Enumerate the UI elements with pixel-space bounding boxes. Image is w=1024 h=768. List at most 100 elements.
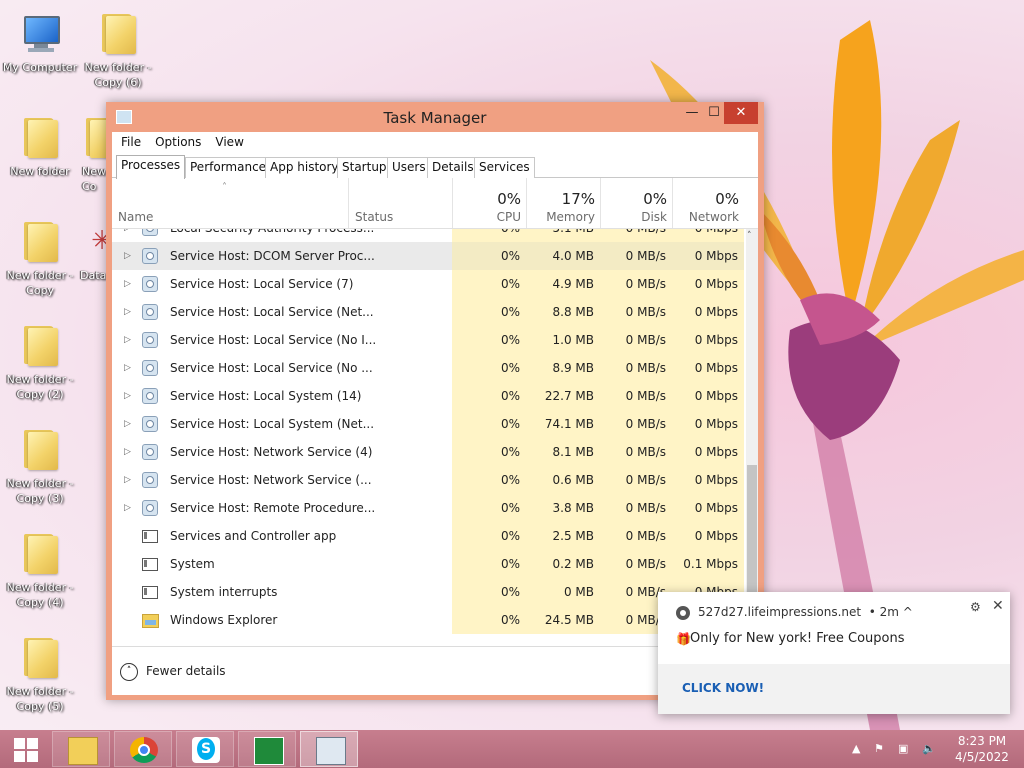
column-status[interactable]: Status: [348, 178, 453, 228]
expand-chevron-icon[interactable]: ▷: [124, 438, 131, 466]
desktop-icon-folder[interactable]: New folder - Copy (3): [0, 426, 80, 506]
table-row[interactable]: ▷ Service Host: Local Service (Net... 0% 8.…: [112, 298, 744, 326]
tab-details[interactable]: Details: [427, 157, 479, 178]
desktop-icon-my-computer[interactable]: My Computer: [0, 10, 80, 75]
taskbar-task-manager[interactable]: [300, 731, 358, 767]
expand-chevron-icon[interactable]: ▷: [124, 466, 131, 494]
system-clock[interactable]: 8:23 PM 4/5/2022: [950, 733, 1014, 765]
window-title: Task Manager: [383, 109, 487, 127]
process-network: 0 Mbps: [672, 354, 744, 382]
expand-chevron-icon[interactable]: ▷: [124, 382, 131, 410]
tab-performance[interactable]: Performance: [185, 157, 272, 178]
process-name: Service Host: Local System (14): [170, 389, 362, 403]
chrome-notification[interactable]: 527d27.lifeimpressions.net • 2m ^ ⚙ ✕ 🎁 …: [658, 592, 1010, 714]
column-memory[interactable]: 17% Memory: [526, 178, 601, 228]
scroll-up-icon[interactable]: ˄: [747, 231, 752, 241]
table-row[interactable]: Services and Controller app 0% 2.5 MB 0 MB/…: [112, 522, 744, 550]
expand-chevron-icon[interactable]: ▷: [124, 494, 131, 522]
process-cpu: 0%: [452, 229, 526, 242]
table-row[interactable]: System interrupts0%0 MB0 MB/s0 Mbps: [112, 578, 744, 606]
expand-chevron-icon[interactable]: ▷: [124, 326, 131, 354]
notification-message: Only for New york! Free Coupons: [690, 631, 905, 646]
process-network: 0 Mbps: [672, 298, 744, 326]
process-network: 0 Mbps: [672, 494, 744, 522]
process-memory: 4.9 MB: [526, 270, 600, 298]
service-gear-icon: [142, 416, 158, 432]
taskbar-stock-app[interactable]: [238, 731, 296, 767]
collapse-circle-icon[interactable]: ˄: [120, 663, 138, 681]
desktop-icon-data-partial[interactable]: ✳ Data: [78, 218, 106, 283]
tab-processes[interactable]: Processes: [116, 155, 186, 179]
expand-chevron-icon[interactable]: ▷: [124, 354, 131, 382]
action-center-flag-icon[interactable]: ⚑: [874, 742, 884, 755]
tab-startup[interactable]: Startup: [337, 157, 392, 178]
process-memory: 8.8 MB: [526, 298, 600, 326]
desktop-icon-folder[interactable]: New folder - Copy: [0, 218, 80, 298]
process-cpu: 0%: [452, 382, 526, 410]
network-icon[interactable]: ▣: [898, 742, 908, 755]
desktop-icon-folder[interactable]: New folder: [0, 114, 80, 179]
process-memory: 74.1 MB: [526, 410, 600, 438]
tab-users[interactable]: Users: [387, 157, 431, 178]
title-bar[interactable]: Task Manager — ☐ ✕: [106, 102, 764, 132]
menu-options[interactable]: Options: [150, 132, 206, 154]
process-network: 0 Mbps: [672, 242, 744, 270]
expand-chevron-icon[interactable]: ▷: [124, 242, 131, 270]
start-button[interactable]: [4, 731, 44, 767]
table-row[interactable]: ▷ Service Host: Local System (14) 0% 22.7 M…: [112, 382, 744, 410]
volume-muted-icon[interactable]: 🔈: [922, 742, 936, 755]
column-cpu[interactable]: 0% CPU: [452, 178, 527, 228]
vertical-scrollbar[interactable]: ˄: [746, 229, 758, 646]
process-disk: 0 MB/s: [600, 466, 672, 494]
process-name: Service Host: Local Service (No I...: [170, 333, 377, 347]
table-row[interactable]: ▷ Service Host: Local Service (No I... 0% 1…: [112, 326, 744, 354]
process-disk: 0 MB/s: [600, 522, 672, 550]
sort-up-icon: ˄: [222, 182, 227, 193]
desktop-icon-label: Data: [80, 269, 106, 282]
fewer-details-link[interactable]: Fewer details: [146, 664, 226, 678]
expand-chevron-icon[interactable]: ▷: [124, 270, 131, 298]
column-name[interactable]: ˄ Name: [112, 178, 348, 228]
desktop-icon-folder[interactable]: New folder - Copy (6): [78, 10, 158, 90]
process-cpu: 0%: [452, 354, 526, 382]
desktop-icon-label: New folder: [10, 165, 70, 178]
table-row[interactable]: ▷ Service Host: Network Service (4) 0% 8.1 …: [112, 438, 744, 466]
taskbar-chrome[interactable]: [114, 731, 172, 767]
desktop-icon-label: New folder - Copy (6): [84, 61, 152, 89]
table-row[interactable]: ▷ Service Host: Local Service (7) 0% 4.9 MB…: [112, 270, 744, 298]
desktop-icon-folder[interactable]: New folder - Copy (5): [0, 634, 80, 714]
table-row[interactable]: ▷ Service Host: Local Service (No ... 0% 8.…: [112, 354, 744, 382]
close-button[interactable]: ✕: [724, 102, 758, 124]
folder-icon: [20, 114, 60, 160]
desktop-icon-folder[interactable]: New folder - Copy (2): [0, 322, 80, 402]
desktop-icon-folder[interactable]: New folder - Copy (4): [0, 530, 80, 610]
gear-icon[interactable]: ⚙: [970, 600, 981, 614]
table-row[interactable]: ▷ Service Host: Remote Procedure... 0% 3.8 …: [112, 494, 744, 522]
table-row[interactable]: ▷ Service Host: Local System (Net... 0% 74.…: [112, 410, 744, 438]
expand-chevron-icon[interactable]: ▷: [124, 229, 131, 242]
menu-file[interactable]: File: [116, 132, 146, 154]
taskbar-file-explorer[interactable]: [52, 731, 110, 767]
menu-view[interactable]: View: [210, 132, 248, 154]
close-icon[interactable]: ✕: [992, 598, 1004, 614]
process-cpu: 0%: [452, 466, 526, 494]
table-row[interactable]: Windows Explorer0%24.5 MB0 MB/s0 Mbps: [112, 606, 744, 634]
table-row[interactable]: ▷ Service Host: Network Service (... 0% 0.6…: [112, 466, 744, 494]
chrome-icon: [676, 606, 690, 620]
process-name: System: [170, 557, 215, 571]
table-row[interactable]: System 0% 0.2 MB 0 MB/s 0.1 Mbps: [112, 550, 744, 578]
column-disk[interactable]: 0% Disk: [600, 178, 673, 228]
table-row[interactable]: ▷ Service Host: DCOM Server Proc... 0% 4.0 …: [112, 242, 744, 270]
desktop-icon-folder-partial[interactable]: New Co: [78, 114, 106, 194]
taskbar: ▲ ⚑ ▣ 🔈 8:23 PM 4/5/2022: [0, 730, 1024, 768]
show-hidden-icons-icon[interactable]: ▲: [852, 742, 860, 755]
click-now-button[interactable]: CLICK NOW!: [682, 681, 764, 695]
table-row[interactable]: ▷ Local Security Authority Process... 0%5.…: [112, 229, 744, 242]
expand-chevron-icon[interactable]: ▷: [124, 298, 131, 326]
tab-app-history[interactable]: App history: [265, 157, 344, 178]
tab-services[interactable]: Services: [474, 157, 535, 178]
expand-chevron-icon[interactable]: ▷: [124, 410, 131, 438]
column-network[interactable]: 0% Network: [672, 178, 745, 228]
process-network: 0 Mbps: [672, 382, 744, 410]
taskbar-skype[interactable]: [176, 731, 234, 767]
